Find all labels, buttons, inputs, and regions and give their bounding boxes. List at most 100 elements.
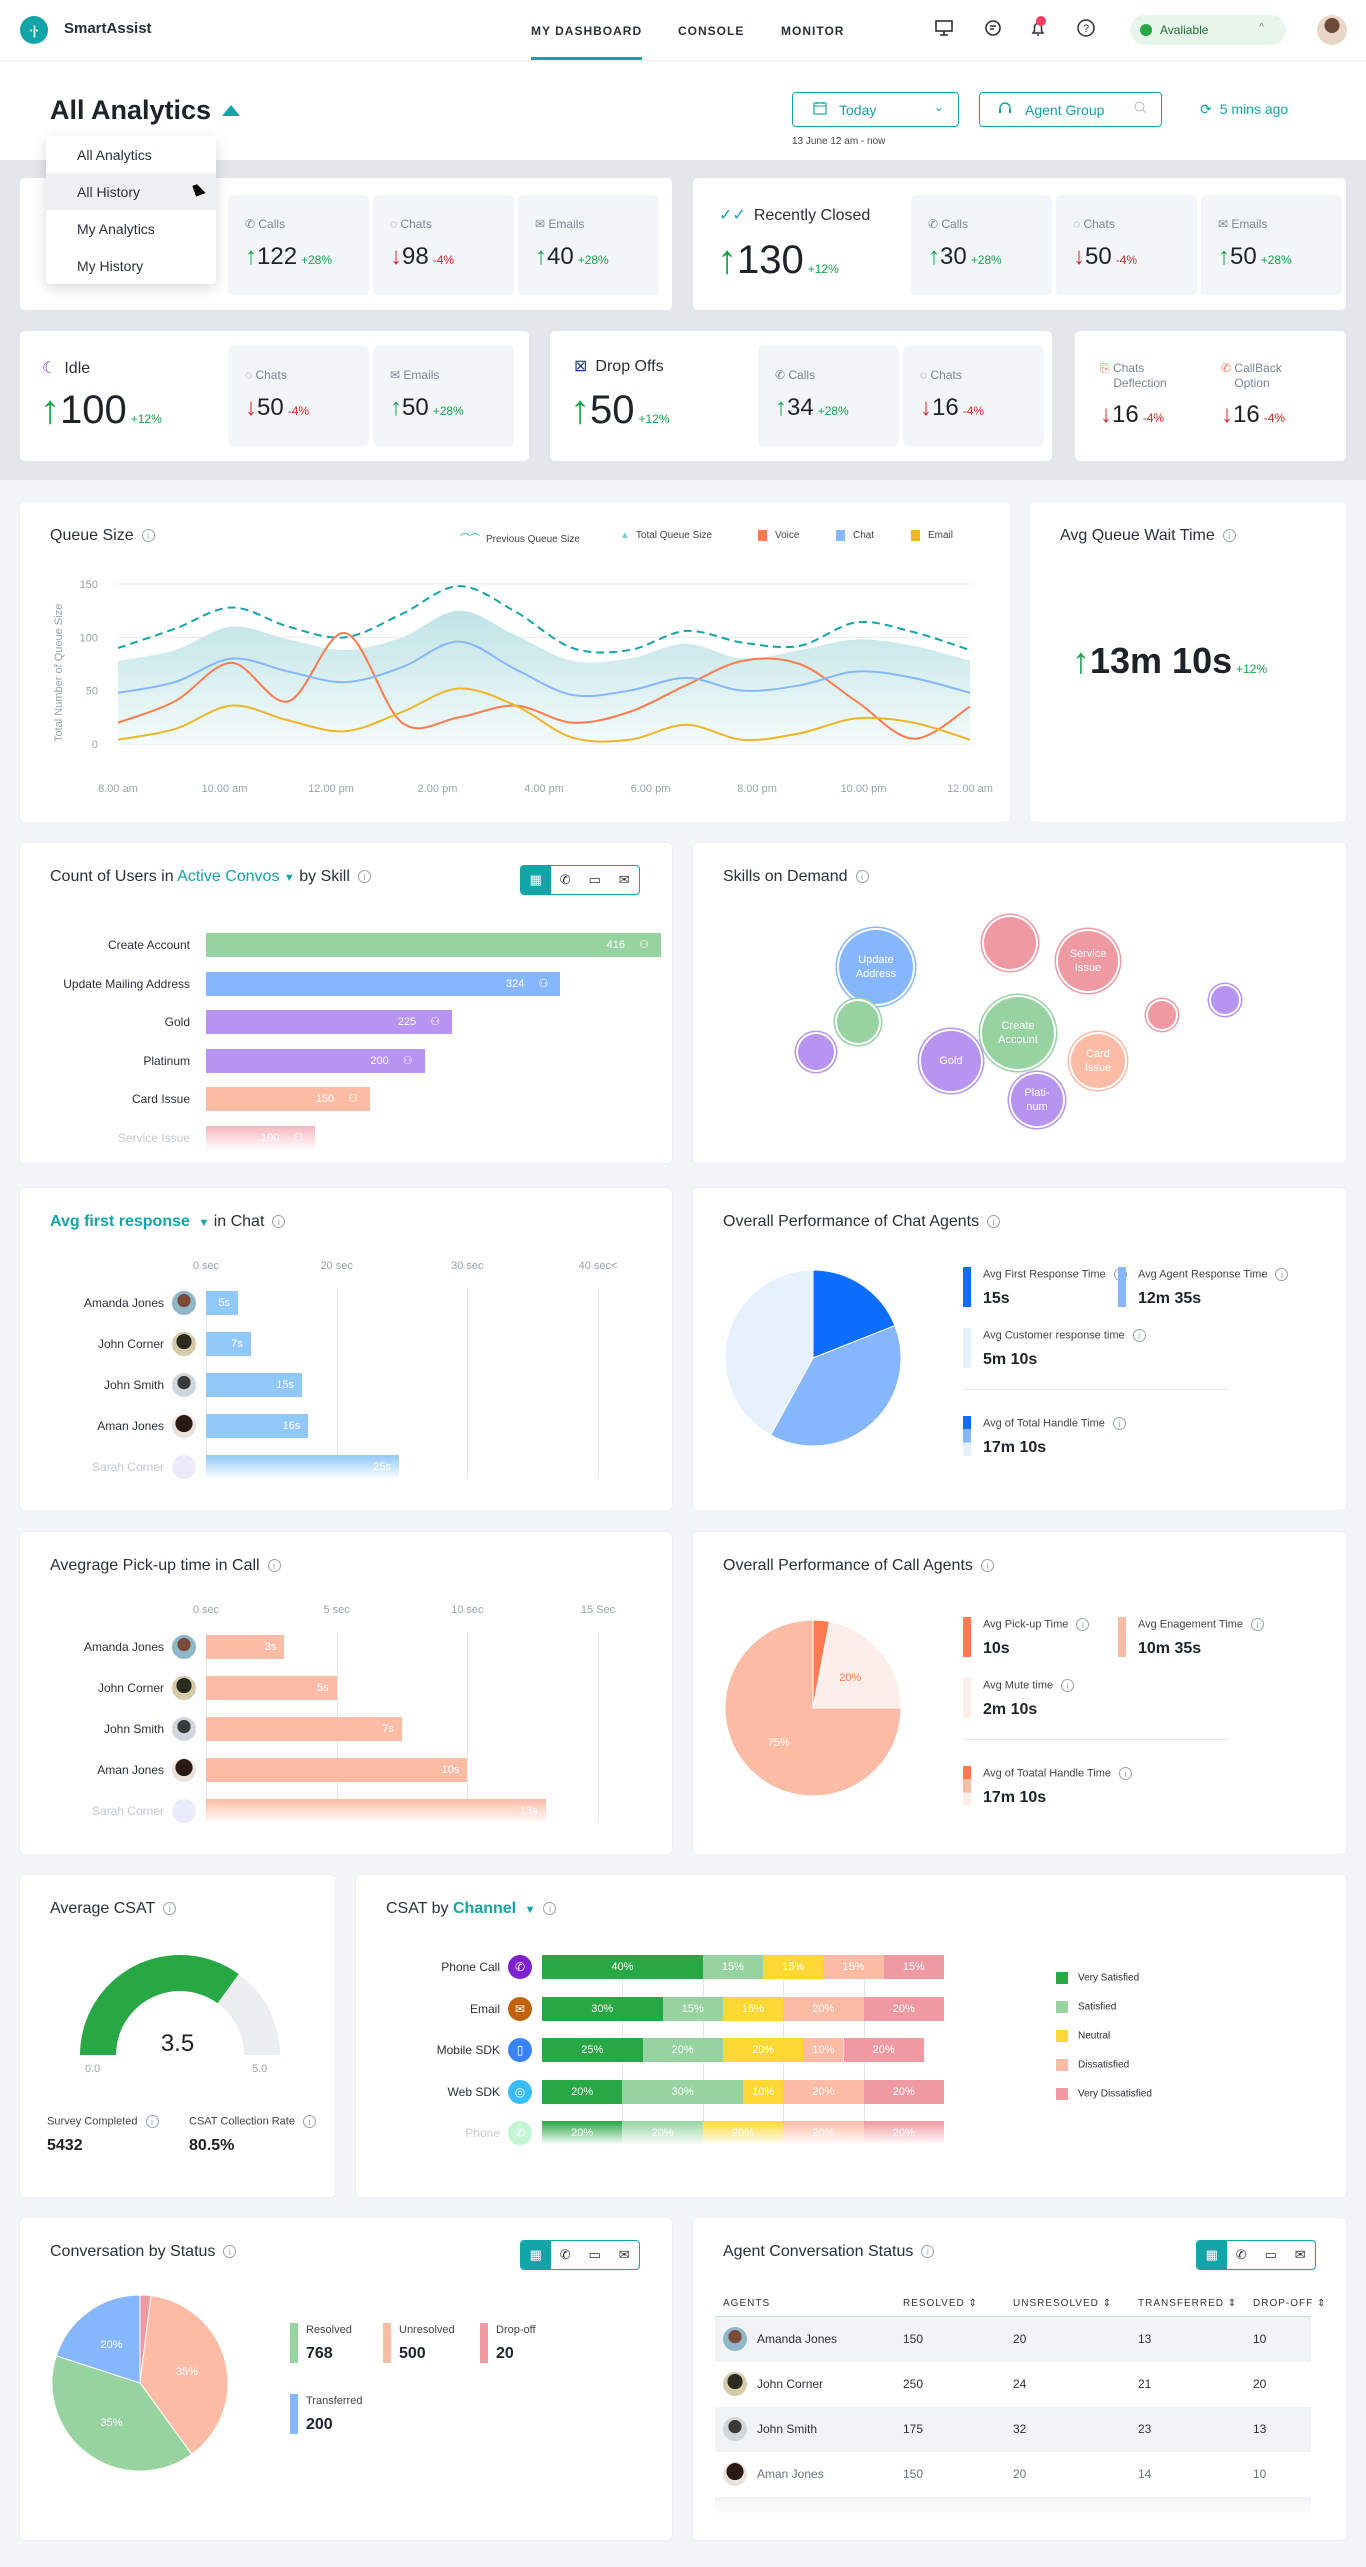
info-icon[interactable]: i [357,870,371,884]
date-range-text: 13 June 12 am - now [792,136,886,147]
x-tick-label: 8.00 am [98,783,138,795]
table-row[interactable]: Amanda Jones 150 20 13 10 [715,2317,1311,2362]
y-tick-label: 0 [92,739,98,751]
table-row[interactable]: Aman Jones 150 20 14 10 [715,2452,1311,2497]
info-icon[interactable]: i [980,1559,994,1573]
x-tick-label: 20 sec [320,1260,353,1272]
agent-avatar [172,1291,196,1315]
phone-filter-icon[interactable]: ✆ [551,866,581,894]
info-icon[interactable]: i [272,1215,286,1229]
menu-item-my-analytics[interactable]: My Analytics [46,210,216,247]
pickup-time-panel: Avegrage Pick-up time in Call i 0 sec 5 se… [20,1532,672,1854]
cell-value: 20 [1013,2332,1027,2346]
phone-filter-icon[interactable]: ✆ [551,2241,581,2269]
menu-item-my-history[interactable]: My History [46,247,216,284]
column-header-drop-off[interactable]: DROP-OFF ⇕ [1253,2298,1326,2309]
all-channels-icon[interactable]: ▦ [1197,2241,1227,2269]
agent-avatar [172,1758,196,1782]
metric-dropdown[interactable]: Avg first response [50,1213,190,1230]
sort-icon: ⇕ [1317,2298,1327,2309]
chat-filter-icon[interactable]: ▭ [580,866,610,894]
nav-my-dashboard[interactable]: MY DASHBOARD [531,24,643,60]
monitor-icon[interactable] [933,18,955,40]
table-fade-row [715,2497,1311,2517]
call-performance-panel: Overall Performance of Call Agents i 20% 7… [693,1532,1346,1854]
panel-title: Conversation by Status i [50,2243,237,2261]
cell-value: 14 [1138,2467,1152,2481]
menu-item-all-history[interactable]: All History [46,173,216,210]
panel-title: Overall Performance of Chat Agents i [723,1213,1001,1231]
sort-icon: ⇕ [1102,2298,1113,2309]
email-filter-icon[interactable]: ✉ [1286,2241,1316,2269]
stack-segment: 15% [823,1955,884,1979]
info-icon: i [302,2115,316,2128]
metric-value: 20 [496,2345,514,2362]
info-icon[interactable]: i [267,1559,281,1573]
menu-item-all-analytics[interactable]: All Analytics [46,136,216,173]
channel-dropdown[interactable]: Channel [453,1900,516,1917]
column-header-unresolved[interactable]: UNSRESOLVED ⇕ [1013,2298,1112,2309]
divider [963,1389,1229,1390]
availability-status-dropdown[interactable]: Avaliable ^ [1130,15,1286,45]
average-csat-panel: Average CSAT i 3.5 0.0 5.0 Survey Complet… [20,1875,335,2197]
agent-group-search[interactable]: Agent Group [979,92,1162,127]
mouse-cursor-icon [192,182,206,197]
x-tick-label: 10 sec [451,1604,484,1616]
active-convos-dropdown[interactable]: Active Convos [177,868,279,885]
x-tick-label: 0 sec [192,1604,220,1616]
kpi-sub-emails: ✉ Emails ↑50 +28% [1201,195,1342,295]
chat-performance-pie [724,1269,902,1447]
info-icon[interactable]: i [987,1215,1001,1229]
phone-filter-icon[interactable]: ✆ [1227,2241,1257,2269]
refresh-status[interactable]: ⟳ 5 mins ago [1200,101,1288,118]
info-icon[interactable]: i [163,1902,177,1916]
info-icon[interactable]: i [1222,529,1236,543]
calendar-icon [813,101,827,118]
skill-bubble: Update Address [839,930,913,1004]
kpi-card-idle: ☾ Idle ↑100 +12% ◌ Chats ↓50 -4% ✉ Emails ↑50… [20,331,529,461]
x-tick-label: 0 sec [192,1260,220,1272]
channel-icon: ◎ [508,2079,532,2104]
rate-value: 80.5% [189,2137,235,2154]
column-header-resolved[interactable]: RESOLVED ⇕ [903,2298,978,2309]
avg-queue-wait-panel: Avg Queue Wait Time i ↑13m 10s +12% [1030,502,1346,822]
metric-label: Drop-off [496,2324,536,2336]
smartassist-logo-icon[interactable]: ·|· [20,16,48,44]
user-avatar[interactable] [1317,15,1347,45]
table-row[interactable]: John Smith 175 32 23 13 [715,2407,1311,2452]
all-channels-icon[interactable]: ▦ [521,866,551,894]
stack-segment: 20% [863,2121,944,2145]
email-filter-icon[interactable]: ✉ [610,866,640,894]
nav-monitor[interactable]: MONITOR [781,24,844,38]
channel-icon: ✉ [508,1996,532,2021]
info-icon[interactable]: i [223,2245,237,2259]
panel-title: Agent Conversation Status i [723,2243,935,2261]
skill-bubble [798,1034,834,1070]
info-icon[interactable]: i [921,2245,935,2259]
column-header-transferred[interactable]: TRANSFERRED ⇕ [1138,2298,1237,2309]
nav-console[interactable]: CONSOLE [678,24,744,38]
agent-avatar [172,1373,196,1397]
users-icon: ⚇ [430,1016,441,1028]
y-tick-label: 50 [86,686,98,698]
help-icon[interactable]: ? [1075,18,1097,40]
info-icon[interactable]: i [855,870,869,884]
agent-name: Sarah Corner [91,1804,164,1818]
page-title[interactable]: All Analytics [50,95,211,126]
chat-filter-icon[interactable]: ▭ [1256,2241,1286,2269]
channel-label: Phone [465,2126,500,2140]
chevron-up-icon: ^ [1259,22,1264,33]
double-check-icon: ✓✓ [719,207,746,224]
kpi-sub-chats: ◌ Chats ↓50 -4% [228,346,369,446]
all-channels-icon[interactable]: ▦ [521,2241,551,2269]
email-filter-icon[interactable]: ✉ [610,2241,640,2269]
kpi-value: ↑100 +12% [40,388,162,432]
chat-bubble-icon[interactable] [982,18,1004,40]
chat-filter-icon[interactable]: ▭ [580,2241,610,2269]
info-icon[interactable]: i [543,1902,557,1916]
metric-label: Avg of Total Handle Time i [983,1417,1126,1430]
table-row[interactable]: John Corner 250 24 21 20 [715,2362,1311,2407]
avg-queue-wait-value: ↑13m 10s +12% [1072,640,1268,681]
caret-up-icon[interactable] [222,105,240,116]
date-filter-dropdown[interactable]: Today ⌄ [792,92,959,127]
